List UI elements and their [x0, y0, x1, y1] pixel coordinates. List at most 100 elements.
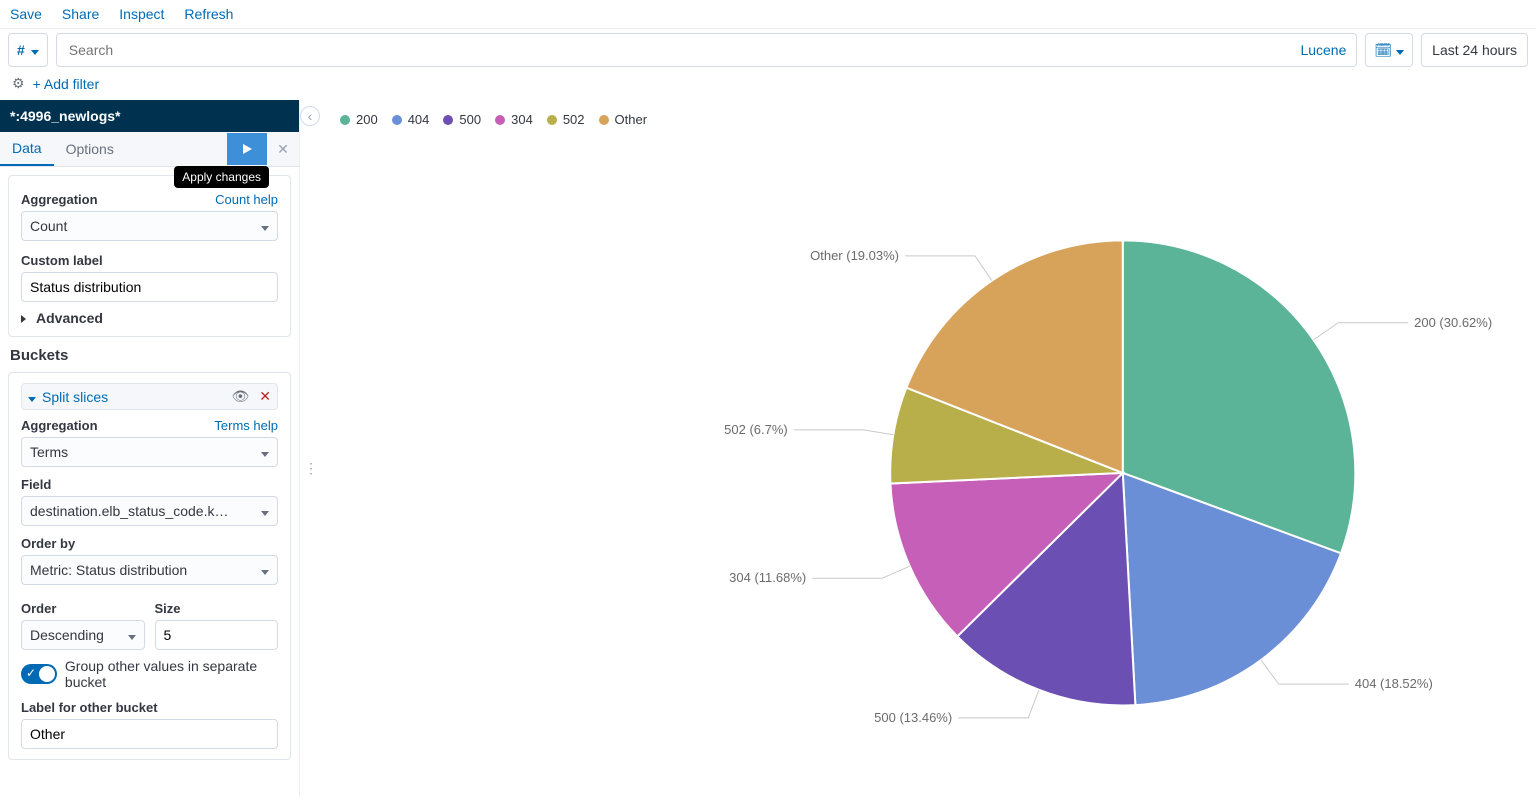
filter-bar: ⚙ + Add filter: [0, 71, 1536, 100]
pie-chart: 200 (30.62%) 404 (18.52%) 500 (13.46%) 304 …: [340, 137, 1526, 783]
search-input[interactable]: [67, 34, 1293, 66]
legend-label: 304: [511, 112, 533, 127]
save-link[interactable]: Save: [10, 6, 42, 22]
calendar-icon: 🗓: [1374, 42, 1392, 59]
bucket-name: Split slices: [42, 389, 108, 405]
inspect-link[interactable]: Inspect: [119, 6, 164, 22]
count-help-link[interactable]: Count help: [215, 192, 278, 207]
legend-item[interactable]: 200: [340, 112, 378, 127]
slice-label: 304 (11.68%): [729, 570, 806, 585]
apply-changes-button[interactable]: [227, 133, 267, 165]
bucket-header: Split slices 👁 ✕: [21, 383, 278, 410]
orderby-value: Metric: Status distribution: [30, 562, 187, 578]
delete-bucket-icon[interactable]: ✕: [259, 388, 271, 405]
bucket-aggregation-select[interactable]: Terms: [21, 437, 278, 467]
slice-label: Other (19.03%): [810, 248, 899, 263]
legend-item[interactable]: 404: [392, 112, 430, 127]
gear-icon[interactable]: ⚙: [12, 75, 25, 92]
field-label: Field: [21, 477, 51, 492]
chevron-down-icon: [128, 627, 136, 643]
legend-item[interactable]: Other: [599, 112, 648, 127]
bucket-aggregation-value: Terms: [30, 444, 68, 460]
pie-svg: [340, 137, 1526, 783]
advanced-toggle[interactable]: Advanced: [21, 310, 278, 326]
date-quick-select[interactable]: 🗓: [1365, 33, 1413, 67]
buckets-title: Buckets: [10, 347, 289, 364]
chevron-down-icon[interactable]: [28, 389, 36, 405]
tab-options[interactable]: Options: [54, 133, 126, 165]
search-wrapper: Lucene: [56, 33, 1358, 67]
chevron-down-icon: [261, 562, 269, 578]
chevron-down-icon: [31, 42, 39, 58]
size-input[interactable]: [155, 620, 279, 650]
legend-item[interactable]: 304: [495, 112, 533, 127]
leader-line: [794, 430, 894, 435]
chevron-down-icon: [261, 444, 269, 460]
slice-label: 200 (30.62%): [1414, 315, 1492, 330]
custom-label-input[interactable]: [21, 272, 278, 302]
aggregation-select[interactable]: Count: [21, 211, 278, 241]
order-label: Order: [21, 601, 56, 616]
leader-line: [812, 566, 909, 578]
editor-tabs: Data Options ✕ Apply changes: [0, 132, 299, 167]
leader-line: [958, 690, 1039, 718]
legend-dot-icon: [443, 115, 453, 125]
visualization-area: 200 404 500 304 502 Other 200 (30.62%) 404 (18…: [300, 100, 1536, 796]
legend-dot-icon: [495, 115, 505, 125]
chevron-down-icon: [261, 503, 269, 519]
order-value: Descending: [30, 627, 104, 643]
size-label: Size: [155, 601, 181, 616]
chevron-down-icon: [1396, 42, 1404, 58]
play-icon: [240, 142, 254, 156]
date-range-picker[interactable]: Last 24 hours: [1421, 33, 1528, 67]
eye-icon[interactable]: 👁: [231, 388, 249, 405]
legend-dot-icon: [547, 115, 557, 125]
legend-label: Other: [615, 112, 648, 127]
date-range-label: Last 24 hours: [1432, 42, 1517, 58]
advanced-label: Advanced: [36, 310, 103, 326]
chevron-right-icon: [21, 310, 30, 326]
legend-label: 200: [356, 112, 378, 127]
legend-item[interactable]: 502: [547, 112, 585, 127]
legend-label: 500: [459, 112, 481, 127]
other-label-label: Label for other bucket: [21, 700, 158, 715]
slice-label: 502 (6.7%): [724, 422, 788, 437]
leader-line: [1314, 323, 1409, 340]
chart-legend: 200 404 500 304 502 Other: [340, 110, 1526, 137]
other-label-input[interactable]: [21, 719, 278, 749]
group-other-toggle[interactable]: ✓: [21, 664, 57, 684]
metrics-card: Aggregation Count help Count Custom labe…: [8, 175, 291, 337]
apply-tooltip: Apply changes: [174, 166, 269, 188]
query-bar: # Lucene 🗓 Last 24 hours: [0, 29, 1536, 71]
top-nav: Save Share Inspect Refresh: [0, 0, 1536, 29]
discard-changes-button[interactable]: ✕: [267, 133, 299, 165]
legend-label: 404: [408, 112, 430, 127]
field-value: destination.elb_status_code.k…: [30, 503, 228, 519]
legend-dot-icon: [599, 115, 609, 125]
orderby-select[interactable]: Metric: Status distribution: [21, 555, 278, 585]
order-select[interactable]: Descending: [21, 620, 145, 650]
index-pattern-selector[interactable]: *:4996_newlogs*: [0, 100, 299, 132]
refresh-link[interactable]: Refresh: [184, 6, 233, 22]
bucket-card: Split slices 👁 ✕ Aggregation Terms help …: [8, 372, 291, 760]
terms-help-link[interactable]: Terms help: [214, 418, 278, 433]
leader-line: [905, 256, 992, 281]
chevron-down-icon: [261, 218, 269, 234]
slice-label: 404 (18.52%): [1355, 676, 1433, 691]
orderby-label: Order by: [21, 536, 75, 551]
legend-item[interactable]: 500: [443, 112, 481, 127]
editor-sidebar: *:4996_newlogs* Data Options ✕ Apply cha…: [0, 100, 300, 796]
legend-dot-icon: [392, 115, 402, 125]
aggregation-label: Aggregation: [21, 192, 98, 207]
share-link[interactable]: Share: [62, 6, 99, 22]
field-select[interactable]: destination.elb_status_code.k…: [21, 496, 278, 526]
check-icon: ✓: [26, 666, 36, 680]
tab-data[interactable]: Data: [0, 132, 54, 166]
bucket-aggregation-label: Aggregation: [21, 418, 98, 433]
leader-line: [1261, 660, 1349, 684]
legend-label: 502: [563, 112, 585, 127]
slice-label: 500 (13.46%): [874, 710, 952, 725]
add-filter-button[interactable]: + Add filter: [33, 76, 100, 92]
query-language-toggle[interactable]: Lucene: [1300, 42, 1346, 58]
filter-language-button[interactable]: #: [8, 33, 48, 67]
